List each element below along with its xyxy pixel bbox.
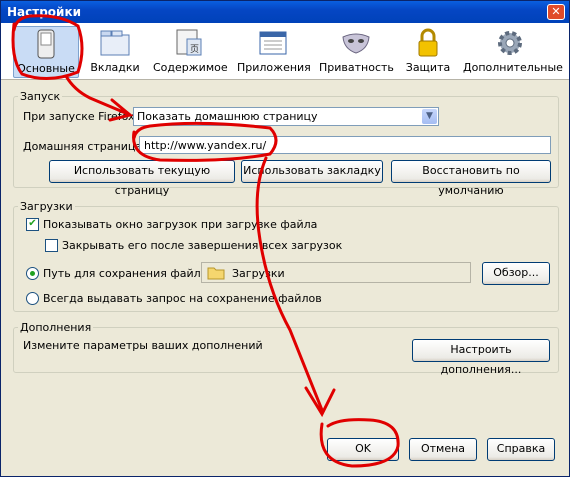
- applications-icon: [259, 31, 287, 55]
- gear-icon: [498, 31, 522, 55]
- save-path-label: Путь для сохранения файлов: [43, 267, 214, 280]
- startup-legend: Запуск: [20, 90, 61, 103]
- when-start-value: Показать домашнюю страницу: [137, 110, 318, 123]
- lock-icon: [418, 28, 438, 57]
- save-path-radio[interactable]: [26, 267, 39, 280]
- tab-content-label: Содержимое: [153, 61, 228, 74]
- category-toolbar: Основные Вкладки 页 Содержимое Приложения…: [1, 23, 569, 80]
- tab-applications-label: Приложения: [237, 61, 311, 74]
- cancel-button[interactable]: Отмена: [409, 438, 477, 461]
- when-start-select[interactable]: Показать домашнюю страницу ▼: [133, 107, 439, 126]
- when-start-label: При запуске Firefox:: [23, 110, 139, 123]
- tab-content[interactable]: 页 Содержимое: [153, 26, 228, 76]
- tab-general[interactable]: Основные: [13, 26, 79, 78]
- homepage-label: Домашняя страница:: [23, 140, 146, 153]
- show-downloads-checkbox[interactable]: ✔: [26, 218, 39, 231]
- show-downloads-label: Показывать окно загрузок при загрузке фа…: [43, 218, 318, 231]
- homepage-field[interactable]: http://www.yandex.ru/: [139, 136, 551, 154]
- restore-default-button[interactable]: Восстановить по умолчанию: [391, 160, 551, 197]
- folder-icon: [207, 267, 225, 280]
- browse-button[interactable]: Обзор...: [482, 262, 550, 285]
- use-bookmark-button[interactable]: Использовать закладку: [241, 160, 383, 183]
- tab-tabs-label: Вкладки: [90, 61, 140, 74]
- content-icon: 页: [176, 29, 202, 56]
- svg-text:页: 页: [190, 44, 199, 55]
- tab-applications[interactable]: Приложения: [237, 26, 311, 76]
- downloads-legend: Загрузки: [20, 200, 73, 213]
- preferences-window: Настройки ✕ Основные Вкладки 页 Содержимо…: [0, 0, 570, 477]
- tab-privacy[interactable]: Приватность: [319, 26, 394, 76]
- tab-advanced[interactable]: Дополнительные: [463, 26, 563, 76]
- addons-description: Измените параметры ваших дополнений: [23, 339, 263, 352]
- tab-privacy-label: Приватность: [319, 61, 394, 74]
- tab-tabs[interactable]: Вкладки: [89, 26, 141, 76]
- help-button[interactable]: Справка: [487, 438, 555, 461]
- tab-security-label: Защита: [405, 61, 451, 74]
- mask-icon: [342, 33, 370, 54]
- tabs-icon: [100, 30, 130, 56]
- switch-icon: [37, 29, 55, 59]
- manage-addons-button[interactable]: Настроить дополнения...: [412, 339, 550, 376]
- ok-button[interactable]: OK: [327, 438, 399, 461]
- tab-security[interactable]: Защита: [403, 26, 453, 76]
- save-path-field: Загрузки: [201, 262, 471, 283]
- window-title: Настройки: [7, 5, 82, 19]
- save-path-value: Загрузки: [232, 267, 285, 280]
- close-after-label: Закрывать его после завершения всех загр…: [62, 239, 343, 252]
- title-bar: Настройки ✕: [1, 1, 569, 23]
- tab-general-label: Основные: [17, 62, 75, 75]
- use-current-page-button[interactable]: Использовать текущую страницу: [49, 160, 235, 197]
- chevron-down-icon[interactable]: ▼: [422, 109, 437, 124]
- close-button[interactable]: ✕: [547, 4, 565, 20]
- radio-dot: [30, 271, 35, 276]
- always-ask-radio[interactable]: [26, 292, 39, 305]
- addons-legend: Дополнения: [20, 321, 92, 334]
- tab-advanced-label: Дополнительные: [463, 61, 563, 74]
- always-ask-label: Всегда выдавать запрос на сохранение фай…: [43, 292, 322, 305]
- close-after-checkbox[interactable]: [45, 239, 58, 252]
